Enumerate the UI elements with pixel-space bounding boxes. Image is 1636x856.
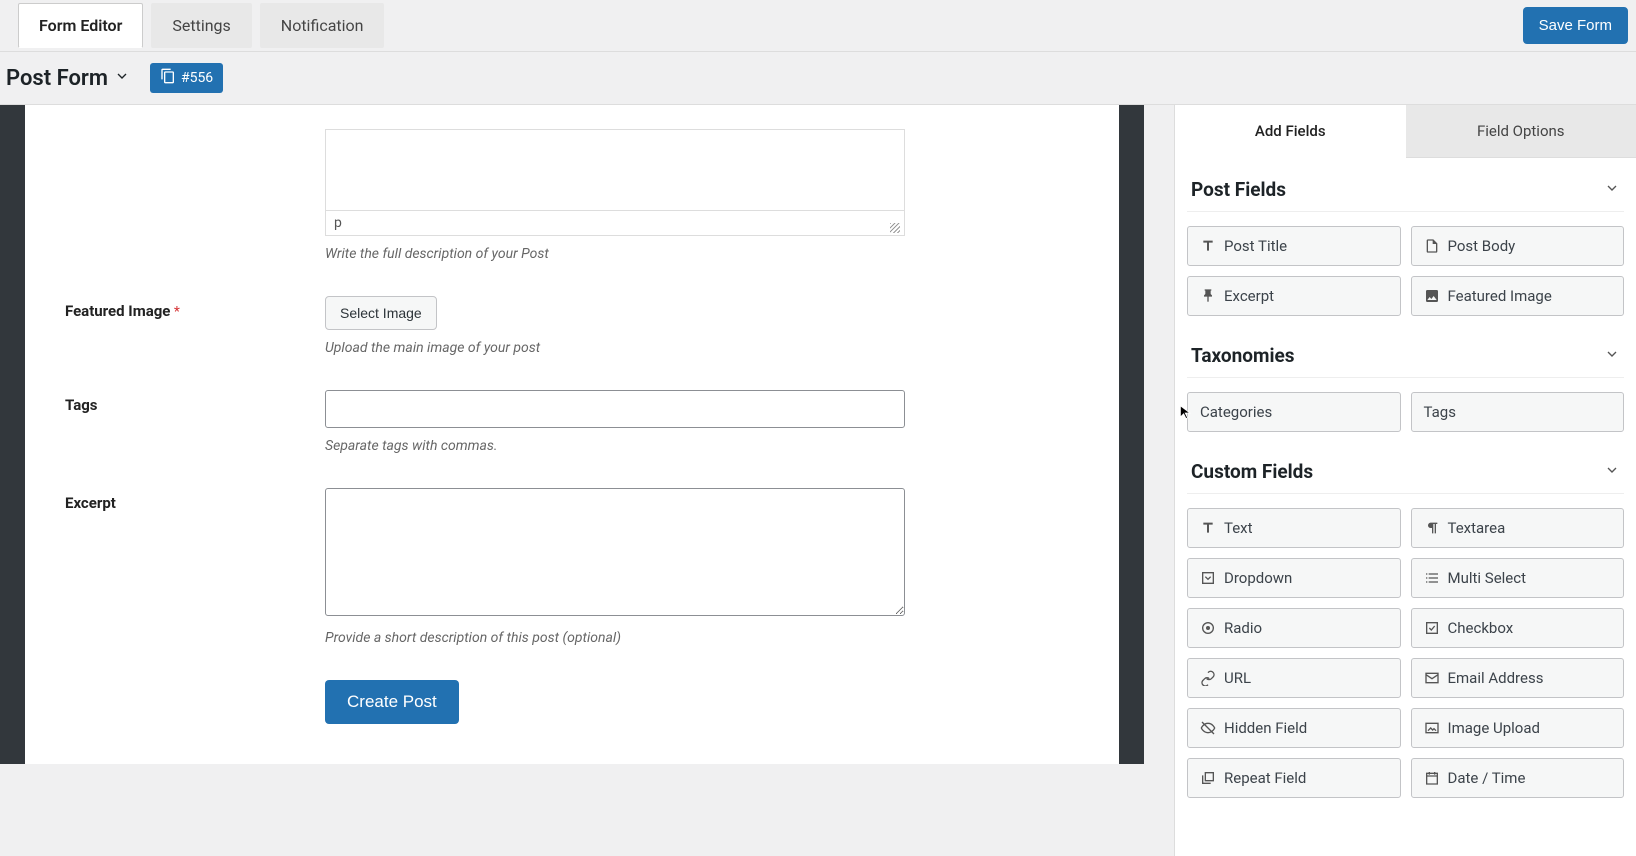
save-form-button[interactable]: Save Form	[1523, 7, 1628, 44]
tags-help: Separate tags with commas.	[325, 438, 905, 454]
post-body-editor[interactable]	[325, 129, 905, 211]
field-categories-label: Categories	[1200, 403, 1272, 421]
eye-slash-icon	[1200, 720, 1216, 736]
required-asterisk: *	[174, 304, 180, 320]
field-datetime-label: Date / Time	[1448, 769, 1526, 787]
field-excerpt[interactable]: Excerpt	[1187, 276, 1401, 316]
calendar-icon	[1424, 770, 1440, 786]
form-preview-pane: p Write the full description of your Pos…	[0, 105, 1174, 856]
create-post-button[interactable]: Create Post	[325, 680, 459, 724]
field-excerpt-label: Excerpt	[1224, 287, 1274, 305]
tab-add-fields[interactable]: Add Fields	[1175, 105, 1406, 158]
field-checkbox-label: Checkbox	[1448, 619, 1514, 637]
field-textarea-label: Textarea	[1448, 519, 1506, 537]
field-post-title-label: Post Title	[1224, 237, 1287, 255]
preview-scroll[interactable]: p Write the full description of your Pos…	[0, 105, 1174, 856]
field-email-label: Email Address	[1448, 669, 1544, 687]
post-body-help: Write the full description of your Post	[325, 246, 905, 262]
fields-sidebar: Add Fields Field Options Post Fields Pos…	[1174, 105, 1636, 856]
field-featured-image[interactable]: Featured Image	[1411, 276, 1625, 316]
field-hidden-label: Hidden Field	[1224, 719, 1307, 737]
form-title-dropdown-icon[interactable]	[114, 68, 130, 89]
select-image-button[interactable]: Select Image	[325, 296, 437, 330]
excerpt-label: Excerpt	[65, 494, 116, 512]
field-datetime[interactable]: Date / Time	[1411, 758, 1625, 798]
field-dropdown[interactable]: Dropdown	[1187, 558, 1401, 598]
field-email[interactable]: Email Address	[1411, 658, 1625, 698]
heading-icon	[1200, 238, 1216, 254]
link-icon	[1200, 670, 1216, 686]
field-featured-image-label: Featured Image	[1448, 287, 1552, 305]
field-repeat[interactable]: Repeat Field	[1187, 758, 1401, 798]
subheader: Post Form #556	[0, 52, 1636, 104]
field-hidden[interactable]: Hidden Field	[1187, 708, 1401, 748]
section-post-fields-header[interactable]: Post Fields	[1187, 172, 1624, 212]
form-id-badge[interactable]: #556	[150, 63, 223, 93]
tab-notification[interactable]: Notification	[260, 3, 385, 48]
list-icon	[1424, 570, 1440, 586]
chevron-down-icon	[1604, 180, 1620, 200]
field-checkbox[interactable]: Checkbox	[1411, 608, 1625, 648]
sidebar-scroll[interactable]: Post Fields Post Title Post Body Excerpt	[1175, 158, 1636, 856]
field-image-upload[interactable]: Image Upload	[1411, 708, 1625, 748]
form-id-text: #556	[181, 70, 213, 86]
tab-form-editor[interactable]: Form Editor	[18, 3, 143, 48]
tags-label: Tags	[65, 396, 98, 414]
field-dropdown-label: Dropdown	[1224, 569, 1292, 587]
field-multi-select-label: Multi Select	[1448, 569, 1527, 587]
section-taxonomies-title: Taxonomies	[1191, 344, 1295, 367]
caret-square-icon	[1200, 570, 1216, 586]
checkbox-icon	[1424, 620, 1440, 636]
field-radio-label: Radio	[1224, 619, 1262, 637]
section-custom-fields-header[interactable]: Custom Fields	[1187, 454, 1624, 494]
radio-icon	[1200, 620, 1216, 636]
copy-icon	[1200, 770, 1216, 786]
pin-icon	[1200, 288, 1216, 304]
form-title: Post Form	[6, 66, 108, 91]
tab-field-options[interactable]: Field Options	[1406, 105, 1636, 158]
copy-icon	[160, 68, 176, 88]
field-url-label: URL	[1224, 669, 1251, 687]
section-custom-fields-title: Custom Fields	[1191, 460, 1313, 483]
field-post-body-label: Post Body	[1448, 237, 1516, 255]
field-tags[interactable]: Tags	[1411, 392, 1625, 432]
image-icon	[1424, 720, 1440, 736]
field-image-upload-label: Image Upload	[1448, 719, 1540, 737]
field-radio[interactable]: Radio	[1187, 608, 1401, 648]
field-url[interactable]: URL	[1187, 658, 1401, 698]
featured-image-help: Upload the main image of your post	[325, 340, 905, 356]
field-text[interactable]: Text	[1187, 508, 1401, 548]
tab-settings[interactable]: Settings	[151, 3, 251, 48]
top-tabs: Form Editor Settings Notification Save F…	[0, 0, 1636, 52]
envelope-icon	[1424, 670, 1440, 686]
text-icon	[1200, 520, 1216, 536]
field-post-body[interactable]: Post Body	[1411, 226, 1625, 266]
document-icon	[1424, 238, 1440, 254]
section-post-fields-title: Post Fields	[1191, 178, 1286, 201]
excerpt-help: Provide a short description of this post…	[325, 630, 905, 646]
chevron-down-icon	[1604, 462, 1620, 482]
field-categories[interactable]: Categories	[1187, 392, 1401, 432]
paragraph-icon	[1424, 520, 1440, 536]
section-taxonomies-header[interactable]: Taxonomies	[1187, 338, 1624, 378]
tags-input[interactable]	[325, 390, 905, 428]
image-icon	[1424, 288, 1440, 304]
field-tags-label: Tags	[1424, 403, 1456, 421]
field-text-label: Text	[1224, 519, 1253, 537]
rte-element-path: p	[325, 211, 905, 236]
featured-image-label: Featured Image	[65, 302, 170, 320]
excerpt-textarea[interactable]	[325, 488, 905, 616]
field-textarea[interactable]: Textarea	[1411, 508, 1625, 548]
chevron-down-icon	[1604, 346, 1620, 366]
field-repeat-label: Repeat Field	[1224, 769, 1306, 787]
field-multi-select[interactable]: Multi Select	[1411, 558, 1625, 598]
field-post-title[interactable]: Post Title	[1187, 226, 1401, 266]
